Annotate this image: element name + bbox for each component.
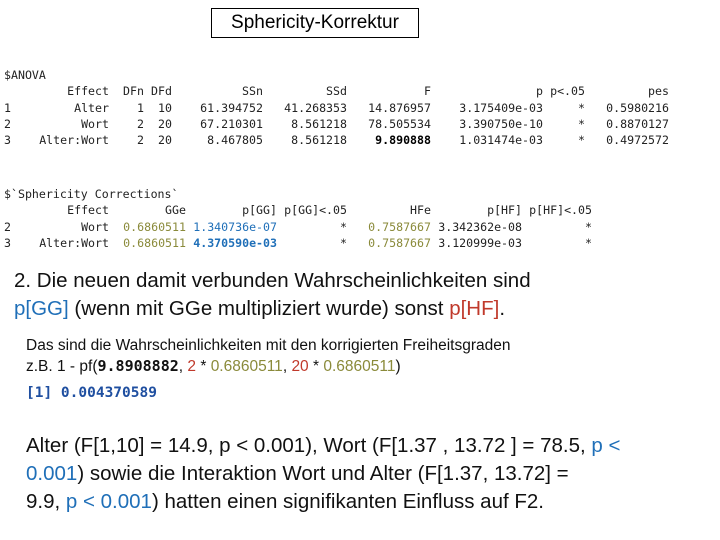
slide-title: Sphericity-Korrektur xyxy=(211,8,419,38)
anova-row: 2 Wort 2 20 67.210301 8.561218 78.505534 3.3907… xyxy=(4,116,669,131)
sphericity-row: 3 Alter:Wort 0.6860511 4.370590e-03 * 0.75876… xyxy=(4,235,592,250)
anova-header-row: Effect DFn DFd SSn SSd Fp p<.05 pes xyxy=(67,84,669,99)
sphericity-label: $`Sphericity Corrections` xyxy=(4,187,179,202)
anova-row: 3 Alter:Wort 2 20 8.467805 8.561218 9.890888 1.… xyxy=(4,133,669,148)
pgg-highlight: 4.370590e-03 xyxy=(193,235,277,250)
r-console-output: [1] 0.004370589 xyxy=(26,385,157,401)
sphericity-row: 2 Wort 0.6860511 1.340736e-07 * 0.7587667 3.34… xyxy=(4,219,592,234)
sphericity-header-row: Effect GGe p[GG] p[GG]<.05 HFe p[HF] p[HF]<.05 xyxy=(67,203,592,218)
f-value: 9.8908882 xyxy=(97,357,179,375)
explanation-paragraph: 2. Die neuen damit verbunden Wahrscheinl… xyxy=(14,269,531,320)
example-formula: z.B. 1 - pf(9.8908882, 2 * 0.6860511, 20… xyxy=(26,357,401,375)
f-value-highlight: 9.890888 xyxy=(375,133,431,148)
results-paragraph: Alter (F[1,10] = 14.9, p < 0.001), Wort … xyxy=(26,434,621,513)
anova-row: 1 Alter 1 10 61.394752 41.268353 14.876957 3.17… xyxy=(4,100,669,115)
anova-label: $ANOVA xyxy=(4,68,46,83)
example-paragraph: Das sind die Wahrscheinlichkeiten mit de… xyxy=(26,335,716,377)
sphericity-output: $`Sphericity Corrections` Effect GGe p[GG] p… xyxy=(4,170,592,267)
pgg-term: p[GG] xyxy=(14,297,69,320)
anova-output: $ANOVA Effect DFn DFd SSn SSd Fp p<.05 pes 1 Alter… xyxy=(4,51,669,164)
phf-term: p[HF] xyxy=(449,297,500,320)
